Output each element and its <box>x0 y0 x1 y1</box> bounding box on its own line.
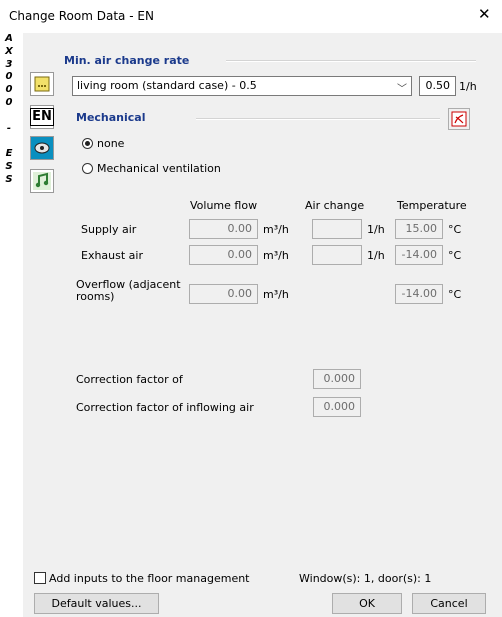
unit-label: °C <box>448 223 462 236</box>
unit-label: m³/h <box>263 223 289 236</box>
inflow-correction-label: Correction factor of inflowing air <box>76 401 254 414</box>
overflow-volume-input[interactable]: 0.00 <box>189 284 258 304</box>
language-en-label: EN <box>30 108 54 126</box>
row-supply-label: Supply air <box>81 223 137 236</box>
floor-management-checkbox[interactable] <box>34 572 46 584</box>
air-change-heading: Min. air change rate <box>64 54 190 67</box>
unit-label: m³/h <box>263 288 289 301</box>
radio-mechanical-label: Mechanical ventilation <box>97 162 221 175</box>
supply-air-change-input[interactable] <box>312 219 362 239</box>
product-label-letter: X <box>5 45 13 57</box>
product-label-letter <box>4 110 14 123</box>
product-label-letter <box>4 135 14 148</box>
supply-volume-input[interactable]: 0.00 <box>189 219 258 239</box>
unit-label: °C <box>448 288 462 301</box>
product-label-letter: 0 <box>5 84 13 96</box>
separator <box>226 60 476 62</box>
language-en-icon[interactable]: EN <box>30 105 54 129</box>
air-change-selected: living room (standard case) - 0.5 <box>77 79 257 92</box>
window-title: Change Room Data - EN <box>9 9 154 23</box>
air-change-rate-input[interactable]: 0.50 <box>419 76 456 96</box>
product-label-letter: A <box>5 33 13 44</box>
unit-label: 1/h <box>367 223 385 236</box>
col-temperature: Temperature <box>397 199 467 212</box>
overflow-label-line: rooms) <box>76 290 115 303</box>
inflow-correction-input[interactable]: 0.000 <box>313 397 361 417</box>
cancel-button[interactable]: Cancel <box>412 593 486 614</box>
radio-mechanical-ventilation[interactable] <box>82 163 93 174</box>
mechanical-heading: Mechanical <box>76 111 146 124</box>
overflow-temp-input[interactable]: -14.00 <box>395 284 443 304</box>
openings-status: Window(s): 1, door(s): 1 <box>299 572 432 585</box>
air-change-select[interactable]: living room (standard case) - 0.5 ﹀ <box>72 76 412 96</box>
correction-factor-label: Correction factor of <box>76 373 183 386</box>
title-bar: Change Room Data - EN ✕ <box>0 0 502 32</box>
product-label-letter: - <box>6 122 12 134</box>
music-icon[interactable] <box>30 169 54 193</box>
unit-label: °C <box>448 249 462 262</box>
correction-factor-input[interactable]: 0.000 <box>313 369 361 389</box>
pdf-icon[interactable] <box>448 108 470 130</box>
col-volume-flow: Volume flow <box>190 199 258 212</box>
ok-button[interactable]: OK <box>332 593 402 614</box>
separator <box>196 118 440 120</box>
exhaust-volume-input[interactable]: 0.00 <box>189 245 258 265</box>
radio-none-label: none <box>97 137 125 150</box>
product-label-letter: S <box>5 160 13 172</box>
rate-unit: 1/h <box>459 80 477 93</box>
room-data-icon[interactable] <box>30 72 54 96</box>
unit-label: 1/h <box>367 249 385 262</box>
product-label-letter: 3 <box>5 58 13 70</box>
supply-temp-input[interactable]: 15.00 <box>395 219 443 239</box>
product-label: A X 3 0 0 0 - E S S <box>4 33 14 187</box>
product-label-letter: E <box>5 148 13 160</box>
ventilation-icon[interactable] <box>30 136 54 160</box>
close-icon[interactable]: ✕ <box>478 5 491 23</box>
col-air-change: Air change <box>305 199 365 212</box>
default-values-button[interactable]: Default values... <box>34 593 159 614</box>
exhaust-air-change-input[interactable] <box>312 245 362 265</box>
row-exhaust-label: Exhaust air <box>81 249 144 262</box>
chevron-down-icon: ﹀ <box>397 84 407 95</box>
radio-none[interactable] <box>82 138 93 149</box>
unit-label: m³/h <box>263 249 289 262</box>
exhaust-temp-input[interactable]: -14.00 <box>395 245 443 265</box>
floor-management-label: Add inputs to the floor management <box>49 572 250 585</box>
product-label-letter: 0 <box>5 96 13 108</box>
row-overflow-label: Overflow (adjacent rooms) <box>76 279 181 303</box>
product-label-letter: S <box>5 173 13 185</box>
product-label-letter: 0 <box>5 71 13 83</box>
